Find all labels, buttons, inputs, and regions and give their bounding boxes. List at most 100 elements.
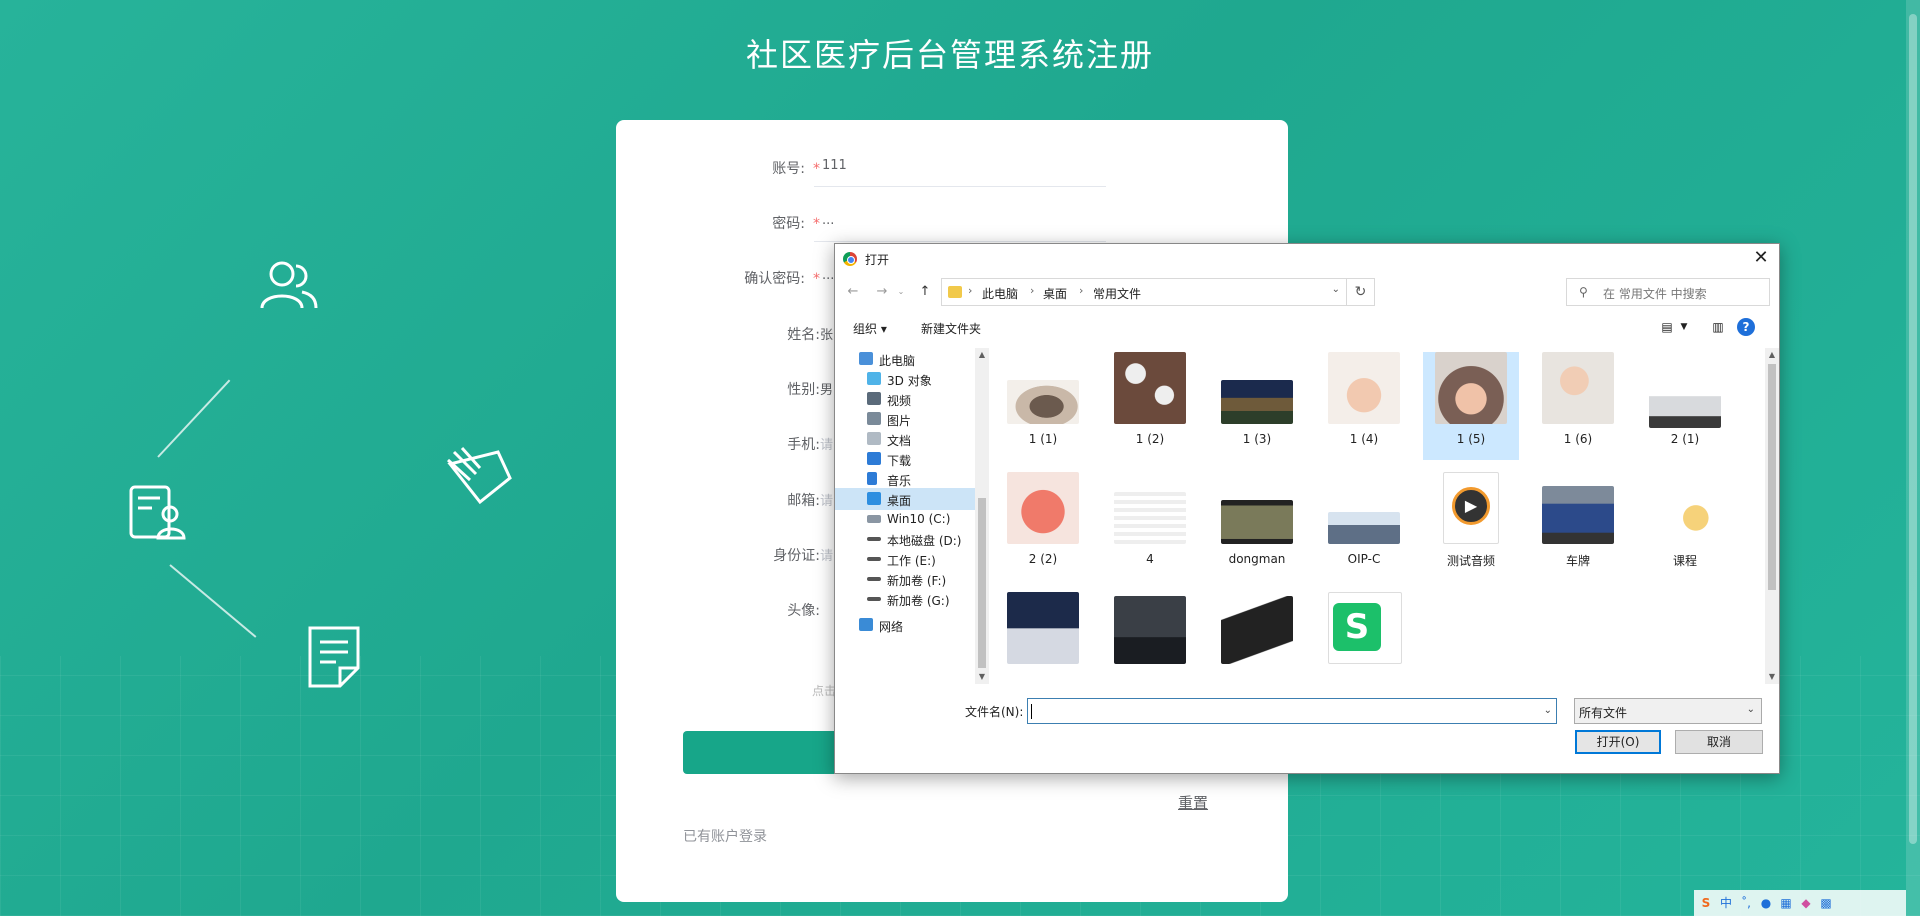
microphone-icon[interactable]: ●: [1758, 895, 1774, 911]
toolbox-icon[interactable]: ▩: [1818, 895, 1834, 911]
phone-input[interactable]: 请: [820, 434, 833, 453]
scrollbar-thumb[interactable]: [1768, 364, 1776, 590]
image-thumbnail: [1542, 352, 1614, 424]
email-input[interactable]: 请: [820, 490, 833, 509]
file-item[interactable]: 1 (1): [995, 352, 1091, 460]
file-item[interactable]: 课程: [1637, 472, 1733, 580]
filename-label: 文件名(N):: [965, 705, 1024, 719]
nav-item-drive-e[interactable]: 工作 (E:): [835, 548, 975, 570]
file-item[interactable]: 2 (1): [1637, 352, 1733, 460]
search-input[interactable]: ⚲ 在 常用文件 中搜索: [1566, 278, 1770, 306]
nav-item-drive-d[interactable]: 本地磁盘 (D:): [835, 528, 975, 550]
file-item[interactable]: OIP-C: [1316, 472, 1412, 580]
chevron-down-icon[interactable]: ▼: [1675, 318, 1693, 336]
filename-input[interactable]: ⌄: [1027, 698, 1557, 724]
login-link[interactable]: 已有账户登录: [683, 826, 767, 846]
nav-item-network[interactable]: 网络: [835, 614, 975, 636]
idcard-input[interactable]: 请: [820, 545, 833, 564]
file-item[interactable]: S: [1316, 592, 1412, 684]
forward-icon[interactable]: →: [872, 282, 892, 302]
nav-item-downloads[interactable]: 下载: [835, 448, 975, 470]
nav-item-3d-objects[interactable]: 3D 对象: [835, 368, 975, 390]
upload-hint[interactable]: 点击: [812, 682, 836, 699]
breadcrumb-this-pc[interactable]: 此电脑: [982, 285, 1018, 302]
file-item[interactable]: 2 (2): [995, 472, 1091, 580]
name-input[interactable]: 张: [820, 324, 833, 343]
nav-item-documents[interactable]: 文档: [835, 428, 975, 450]
refresh-icon[interactable]: ↻: [1347, 278, 1375, 306]
file-item[interactable]: 1 (3): [1209, 352, 1305, 460]
cancel-button[interactable]: 取消: [1675, 730, 1763, 754]
download-icon: [867, 452, 881, 465]
spreadsheet-file-icon: S: [1328, 592, 1402, 664]
preview-pane-icon[interactable]: ▥: [1709, 318, 1727, 336]
back-icon[interactable]: ←: [843, 282, 863, 302]
file-item[interactable]: 4: [1102, 472, 1198, 580]
view-options-icon[interactable]: ▤: [1658, 318, 1676, 336]
account-input[interactable]: 111: [822, 158, 847, 173]
address-bar[interactable]: › 此电脑 › 桌面 › 常用文件 ⌄: [941, 278, 1347, 306]
file-item[interactable]: 1 (4): [1316, 352, 1412, 460]
scroll-up-icon[interactable]: ▲: [1765, 348, 1779, 362]
scroll-down-icon[interactable]: ▼: [975, 670, 989, 684]
breadcrumb-common-files[interactable]: 常用文件: [1093, 285, 1141, 302]
file-item[interactable]: [1209, 592, 1305, 684]
nav-item-music[interactable]: 音乐: [835, 468, 975, 490]
scrollbar-thumb[interactable]: [978, 498, 986, 668]
folder-icon: [948, 286, 962, 298]
file-item[interactable]: 1 (2): [1102, 352, 1198, 460]
nav-item-drive-c[interactable]: Win10 (C:): [835, 508, 975, 530]
close-icon[interactable]: ✕: [1749, 246, 1773, 270]
scroll-down-icon[interactable]: ▼: [1765, 670, 1779, 684]
avatar-label: 头像:: [787, 603, 820, 619]
skin-icon[interactable]: ◆: [1798, 895, 1814, 911]
user-document-icon: [129, 485, 186, 540]
open-button[interactable]: 打开(O): [1575, 730, 1661, 754]
recent-dropdown-icon[interactable]: ⌄: [891, 282, 911, 302]
file-item[interactable]: ▶ 测试音频: [1423, 472, 1519, 580]
nav-item-videos[interactable]: 视频: [835, 388, 975, 410]
audio-file-icon: ▶: [1443, 472, 1499, 544]
image-thumbnail: [1328, 352, 1400, 424]
page-scrollbar[interactable]: [1906, 0, 1920, 916]
email-label: 邮箱:: [787, 493, 820, 509]
files-scrollbar[interactable]: ▲ ▼: [1765, 348, 1779, 684]
reset-link[interactable]: 重置: [1178, 792, 1208, 813]
file-type-select[interactable]: 所有文件 ⌄: [1574, 698, 1762, 724]
nav-item-pictures[interactable]: 图片: [835, 408, 975, 430]
sogou-icon[interactable]: S: [1698, 895, 1714, 911]
file-item[interactable]: 车牌: [1530, 472, 1626, 580]
required-mark: *: [813, 216, 820, 232]
file-item[interactable]: 1 (5): [1423, 352, 1519, 460]
confirm-password-input[interactable]: ...: [822, 268, 834, 283]
up-icon[interactable]: ↑: [915, 282, 935, 302]
chinese-mode-icon[interactable]: 中: [1718, 895, 1734, 911]
new-folder-button[interactable]: 新建文件夹: [921, 320, 981, 337]
chevron-down-icon[interactable]: ⌄: [1544, 705, 1552, 716]
gender-input[interactable]: 男: [820, 379, 833, 398]
nav-item-drive-g[interactable]: 新加卷 (G:): [835, 588, 975, 610]
dialog-titlebar[interactable]: 打开 ✕: [835, 244, 1779, 274]
nav-item-drive-f[interactable]: 新加卷 (F:): [835, 568, 975, 590]
file-item[interactable]: [995, 592, 1091, 684]
help-icon[interactable]: ?: [1737, 318, 1755, 336]
organize-menu[interactable]: 组织 ▾: [853, 320, 887, 337]
file-item[interactable]: 1 (6): [1530, 352, 1626, 460]
password-input[interactable]: ...: [822, 213, 834, 228]
drive-icon: [867, 557, 881, 561]
nav-item-this-pc[interactable]: 此电脑: [835, 348, 975, 370]
keyboard-icon[interactable]: ▦: [1778, 895, 1794, 911]
scroll-up-icon[interactable]: ▲: [975, 348, 989, 362]
nav-scrollbar[interactable]: ▲ ▼: [975, 348, 989, 684]
wps-logo-icon: S: [1333, 603, 1381, 651]
file-item[interactable]: dongman: [1209, 472, 1305, 580]
nav-item-desktop[interactable]: 桌面: [835, 488, 975, 510]
password-label: 密码:: [772, 216, 805, 232]
chevron-down-icon[interactable]: ⌄: [1332, 284, 1340, 295]
file-item[interactable]: [1102, 592, 1198, 684]
account-label: 账号:: [772, 161, 805, 177]
scrollbar-thumb[interactable]: [1909, 14, 1917, 844]
drive-icon: [867, 515, 881, 523]
breadcrumb-desktop[interactable]: 桌面: [1043, 285, 1067, 302]
punctuation-icon[interactable]: ˚,: [1738, 895, 1754, 911]
